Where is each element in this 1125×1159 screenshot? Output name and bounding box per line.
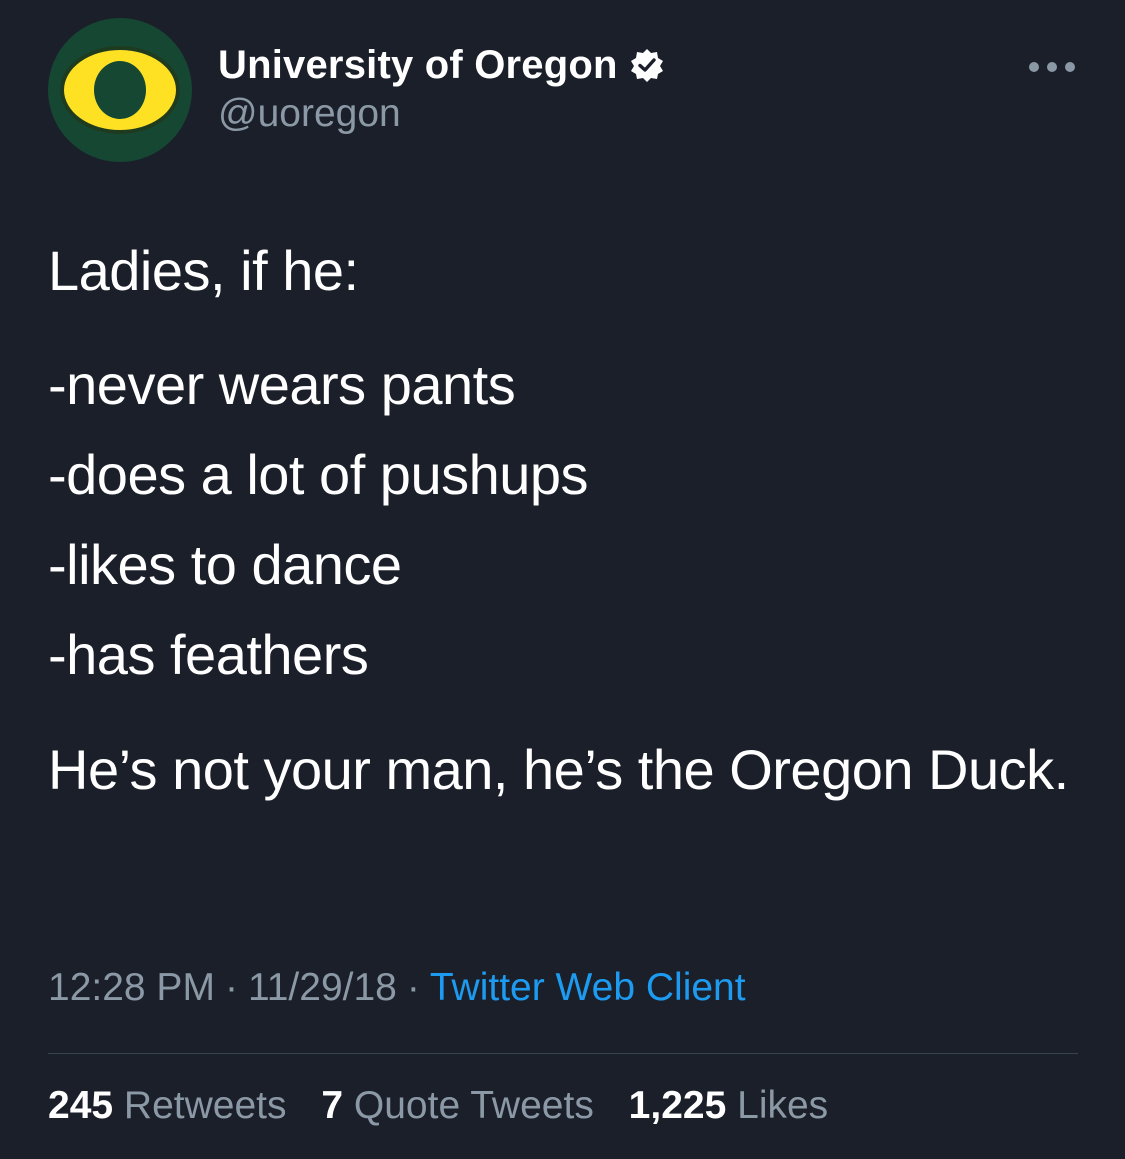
tweet-list-item: -never wears pants [48, 353, 516, 416]
tweet-text: Ladies, if he: -never wears pants -does … [48, 226, 1078, 816]
tweet-outro: He’s not your man, he’s the Oregon Duck. [48, 738, 1069, 801]
retweets-label: Retweets [123, 1084, 287, 1127]
verified-badge-icon [630, 49, 663, 82]
more-dot [1047, 62, 1057, 72]
likes-count: 1,225 [628, 1084, 727, 1127]
quote-tweets-count: 7 [321, 1084, 344, 1127]
tweet-intro: Ladies, if he: [48, 239, 359, 302]
retweets-count: 245 [48, 1084, 114, 1127]
tweet-list-item: -has feathers [48, 623, 369, 686]
tweet-list-item: -likes to dance [48, 533, 402, 596]
source-client-link[interactable]: Twitter Web Client [430, 966, 746, 1009]
likes-stat[interactable]: 1,225 Likes [629, 1084, 829, 1127]
divider [48, 1053, 1078, 1054]
quote-tweets-stat[interactable]: 7 Quote Tweets [321, 1084, 593, 1127]
likes-label: Likes [737, 1084, 829, 1127]
tweet-metadata: 12:28 PM · 11/29/18 · Twitter Web Client [48, 966, 746, 1010]
more-dot [1065, 62, 1075, 72]
tweet-card: O University of Oregon @uoregon Ladies, … [0, 0, 1125, 1159]
meta-separator: · [224, 966, 238, 1009]
engagement-stats: 245 Retweets 7 Quote Tweets 1,225 Likes [48, 1084, 852, 1128]
avatar[interactable]: O [48, 18, 192, 162]
user-handle[interactable]: @uoregon [218, 92, 401, 136]
author-name-row[interactable]: University of Oregon [218, 40, 664, 90]
oregon-o-logo-icon: O [60, 46, 180, 134]
retweets-stat[interactable]: 245 Retweets [48, 1084, 287, 1127]
display-name[interactable]: University of Oregon [218, 43, 618, 88]
meta-separator: · [406, 966, 420, 1009]
tweet-list-item: -does a lot of pushups [48, 443, 589, 506]
tweet-date[interactable]: 11/29/18 [248, 966, 397, 1009]
more-dot [1029, 62, 1039, 72]
tweet-time[interactable]: 12:28 PM [48, 966, 215, 1009]
quote-tweets-label: Quote Tweets [353, 1084, 594, 1127]
more-options-icon[interactable] [1029, 58, 1075, 76]
